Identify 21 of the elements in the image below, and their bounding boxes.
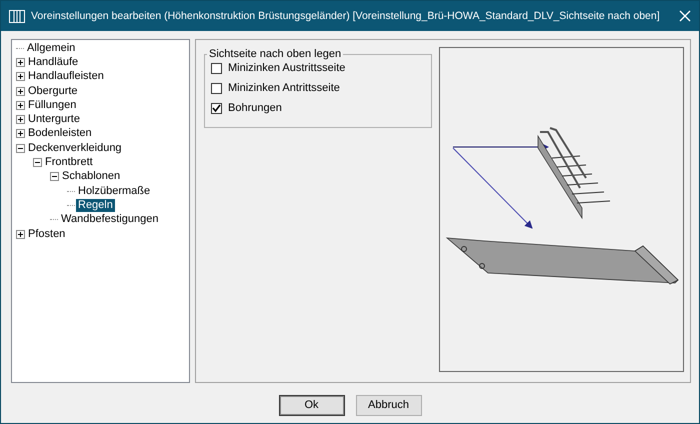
tree-item[interactable]: Obergurte	[26, 84, 80, 98]
window-title: Voreinstellungen bearbeiten (Höhenkonstruktion Brüstungsgeländer) [Voreinstellung_Brü-HOWA_Standard_DLV_Sichtseite nach oben]	[31, 10, 661, 22]
tree-item[interactable]: Deckenverkleidung	[26, 142, 124, 155]
checkbox-label: Minizinken Antrittsseite	[228, 82, 340, 94]
ok-button[interactable]: Ok	[278, 394, 344, 416]
tree-item[interactable]: Holzübermaße	[76, 184, 152, 198]
tree-item[interactable]: Schablonen	[60, 170, 122, 184]
checkbox-label: Bohrungen	[228, 102, 282, 114]
tree-item[interactable]: Untergurte	[26, 113, 82, 126]
tree-item[interactable]: Bodenleisten	[26, 127, 94, 140]
tree-item[interactable]: Wandbefestigungen	[59, 213, 160, 226]
tree-item[interactable]: Allgemein	[25, 42, 78, 55]
checkbox-label: Minizinken Austrittsseite	[228, 62, 346, 74]
tree-item[interactable]: Füllungen	[26, 98, 78, 112]
tree-item[interactable]: Frontbrett	[43, 156, 95, 170]
group-title: Sichtseite nach oben legen	[208, 48, 342, 60]
tree-item[interactable]: Regeln	[76, 198, 115, 212]
cancel-button[interactable]: Abbruch	[356, 394, 422, 416]
tree-item[interactable]: Handläufe	[26, 56, 80, 69]
tree-item[interactable]: Handlaufleisten	[26, 70, 106, 84]
tree-item[interactable]: Pfosten	[26, 228, 68, 240]
